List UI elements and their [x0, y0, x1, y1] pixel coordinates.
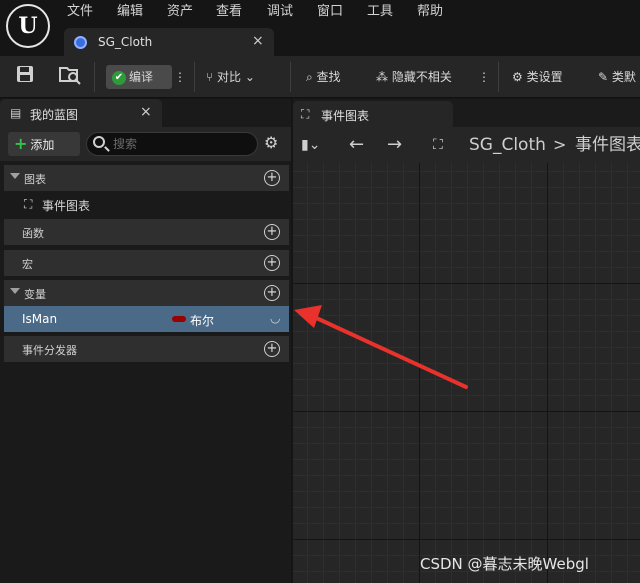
compile-label: 编译 [129, 70, 154, 84]
visibility-eye-icon[interactable]: ◡ [270, 311, 280, 325]
my-blueprint-tab[interactable]: ▤ 我的蓝图 × [0, 99, 162, 127]
gear-icon: ⚙ [512, 70, 527, 84]
variable-name: IsMan [22, 312, 58, 326]
variable-type[interactable]: 布尔 [190, 312, 214, 329]
class-settings-button[interactable]: ⚙ 类设置 [512, 65, 563, 89]
diff-button[interactable]: ⑂ 对比 ⌄ [206, 65, 255, 89]
hide-unrelated-icon: ⁂ [376, 70, 392, 84]
event-graph-icon: ⛶ [301, 107, 310, 121]
section-variables[interactable]: 变量 + [4, 280, 289, 306]
breadcrumb-separator: > [553, 135, 567, 154]
back-arrow-icon[interactable]: ← [349, 135, 364, 155]
section-event-dispatchers-label: 事件分发器 [22, 344, 77, 357]
section-functions[interactable]: 函数 + [4, 219, 289, 245]
menu-debug[interactable]: 调试 [267, 4, 293, 20]
compile-button[interactable]: ✔ 编译 [106, 65, 172, 89]
find-button[interactable]: ⌕ 查找 [306, 65, 341, 89]
add-graph-icon[interactable]: + [264, 170, 280, 186]
section-functions-label: 函数 [22, 227, 44, 240]
breadcrumb-root[interactable]: SG_Cloth [469, 135, 546, 155]
diff-icon: ⑂ [206, 70, 218, 84]
my-blueprint-panel: ▤ 我的蓝图 × +添加 ⚙ 图表 + ⛶ 事件图表 函数 + 宏 + 变量 +… [0, 99, 291, 583]
toolbar-divider [94, 62, 95, 92]
expand-arrow-icon[interactable] [10, 173, 20, 179]
section-event-dispatchers[interactable]: 事件分发器 + [4, 336, 289, 362]
boolean-type-pill-icon[interactable] [172, 316, 186, 322]
graph-item-event-graph[interactable]: ⛶ 事件图表 [4, 191, 289, 217]
edit-defaults-icon: ✎ [598, 70, 612, 84]
search-icon [93, 136, 105, 148]
add-event-dispatcher-icon[interactable]: + [264, 341, 280, 357]
hide-unrelated-button[interactable]: ⁂ 隐藏不相关 [376, 65, 452, 89]
add-variable-icon[interactable]: + [264, 285, 280, 301]
plus-icon: + [14, 134, 28, 153]
compile-options-more-icon[interactable]: ⋮ [174, 65, 186, 89]
toolbar-divider [194, 62, 195, 92]
section-graphs[interactable]: 图表 + [4, 165, 289, 191]
graph-item-label: 事件图表 [42, 199, 91, 213]
toolbar-divider [290, 62, 291, 92]
menu-file[interactable]: 文件 [67, 4, 93, 20]
menu-tools[interactable]: 工具 [367, 4, 393, 20]
close-icon[interactable]: × [252, 33, 264, 49]
gear-icon[interactable]: ⚙ [264, 134, 278, 152]
blueprint-asset-icon [74, 36, 87, 49]
event-graph-editor: ⛶ 事件图表 ▮⌄ ← → ⛶ SG_Cloth > 事件图表 [293, 99, 640, 583]
blueprint-toolbar: ✔ 编译 ⋮ ⑂ 对比 ⌄ ⌕ 查找 ⁂ 隐藏不相关 ⋮ ⚙ 类设置 ✎ 类默 [0, 56, 640, 98]
add-function-icon[interactable]: + [264, 224, 280, 240]
add-button[interactable]: + 添加 [8, 132, 80, 156]
save-icon[interactable] [16, 65, 36, 89]
document-tab-label: SG_Cloth [98, 35, 153, 49]
find-icon: ⌕ [306, 70, 317, 84]
section-variables-label: 变量 [24, 288, 46, 301]
close-icon[interactable]: × [140, 104, 152, 120]
forward-arrow-icon[interactable]: → [387, 135, 402, 155]
event-graph-tab-label: 事件图表 [321, 109, 370, 123]
graph-canvas[interactable] [293, 163, 640, 583]
watermark: CSDN @暮志未晚Webgl [420, 555, 589, 573]
menu-help[interactable]: 帮助 [417, 4, 443, 20]
menu-window[interactable]: 窗口 [317, 4, 343, 20]
browse-asset-icon[interactable] [58, 65, 82, 89]
event-graph-icon: ⛶ [24, 197, 33, 211]
bookmark-icon[interactable]: ▮⌄ [301, 135, 320, 155]
class-defaults-button[interactable]: ✎ 类默 [598, 65, 636, 89]
menu-edit[interactable]: 编辑 [117, 4, 143, 20]
document-tab-sg-cloth[interactable]: SG_Cloth × [64, 28, 274, 56]
search-input[interactable] [113, 136, 253, 152]
expand-arrow-icon[interactable] [10, 288, 20, 294]
chevron-down-icon: ⌄ [241, 70, 255, 84]
more-options-icon[interactable]: ⋮ [478, 65, 490, 89]
event-graph-icon: ⛶ [433, 137, 443, 153]
section-macros[interactable]: 宏 + [4, 250, 289, 276]
menu-view[interactable]: 查看 [216, 4, 242, 20]
section-graphs-label: 图表 [24, 173, 46, 186]
my-blueprint-toolbar: +添加 ⚙ [0, 127, 291, 161]
add-macro-icon[interactable]: + [264, 255, 280, 271]
menu-assets[interactable]: 资产 [167, 4, 193, 20]
breadcrumb-current[interactable]: 事件图表 [575, 135, 640, 155]
title-menu-bar: U 文件 编辑 资产 查看 调试 窗口 工具 帮助 SG_Cloth × [0, 0, 640, 56]
graph-navigation-bar: ▮⌄ ← → ⛶ SG_Cloth > 事件图表 [293, 127, 640, 163]
unreal-logo-icon[interactable]: U [6, 4, 50, 48]
compile-status-check-icon: ✔ [112, 70, 126, 85]
my-blueprint-tab-label: 我的蓝图 [30, 108, 79, 122]
section-macros-label: 宏 [22, 258, 33, 271]
book-icon: ▤ [10, 106, 22, 120]
event-graph-tab[interactable]: ⛶ 事件图表 [293, 101, 453, 127]
search-box[interactable] [86, 132, 258, 156]
toolbar-divider [498, 62, 499, 92]
variable-row-isman[interactable]: IsMan 布尔 ◡ [4, 306, 289, 332]
